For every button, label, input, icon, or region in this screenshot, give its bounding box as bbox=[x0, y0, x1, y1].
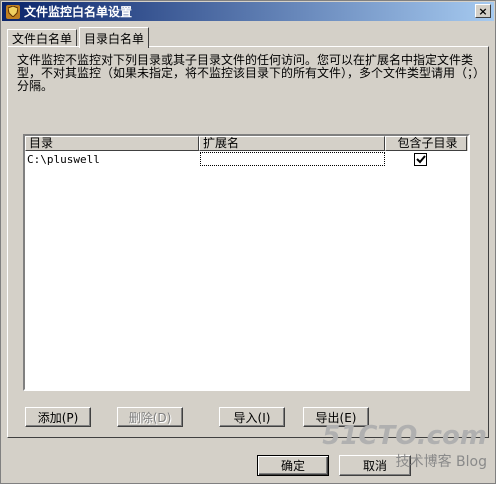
tab-directory-whitelist[interactable]: 目录白名单 bbox=[79, 27, 150, 48]
import-button[interactable]: 导入(I) bbox=[219, 407, 285, 427]
directory-list[interactable]: 目录 扩展名 包含子目录 C:\pluswell bbox=[23, 134, 470, 391]
window-title: 文件监控白名单设置 bbox=[24, 5, 133, 19]
extension-field[interactable] bbox=[200, 152, 385, 166]
delete-button[interactable]: 删除(D) bbox=[117, 407, 183, 427]
close-icon: × bbox=[478, 4, 488, 18]
directory-cell: C:\pluswell bbox=[27, 153, 100, 166]
tab-label: 文件白名单 bbox=[12, 32, 73, 46]
column-header-subdirs[interactable]: 包含子目录 bbox=[385, 136, 467, 151]
description-text: 文件监控不监控对下列目录或其子目录文件的任何访问。您可以在扩展名中指定文件类型，… bbox=[17, 53, 480, 93]
title-bar[interactable]: 文件监控白名单设置 × bbox=[2, 2, 494, 21]
include-subdirs-checkbox[interactable] bbox=[414, 153, 427, 166]
tab-file-whitelist[interactable]: 文件白名单 bbox=[7, 29, 78, 47]
ok-button[interactable]: 确定 bbox=[257, 455, 329, 476]
export-button[interactable]: 导出(E) bbox=[303, 407, 369, 427]
list-header: 目录 扩展名 包含子目录 bbox=[25, 136, 468, 151]
cancel-button[interactable]: 取消 bbox=[339, 455, 411, 476]
dialog-window: 文件监控白名单设置 × 文件白名单 目录白名单 文件监控不监控对下列目录或其子目… bbox=[0, 0, 496, 484]
close-button[interactable]: × bbox=[475, 4, 491, 18]
column-header-extension[interactable]: 扩展名 bbox=[199, 136, 385, 151]
add-button[interactable]: 添加(P) bbox=[25, 407, 91, 427]
list-item[interactable]: C:\pluswell bbox=[25, 151, 468, 168]
shield-icon bbox=[6, 4, 20, 19]
tab-label: 目录白名单 bbox=[84, 31, 145, 46]
checkmark-icon bbox=[415, 155, 426, 164]
column-header-directory[interactable]: 目录 bbox=[25, 136, 199, 151]
